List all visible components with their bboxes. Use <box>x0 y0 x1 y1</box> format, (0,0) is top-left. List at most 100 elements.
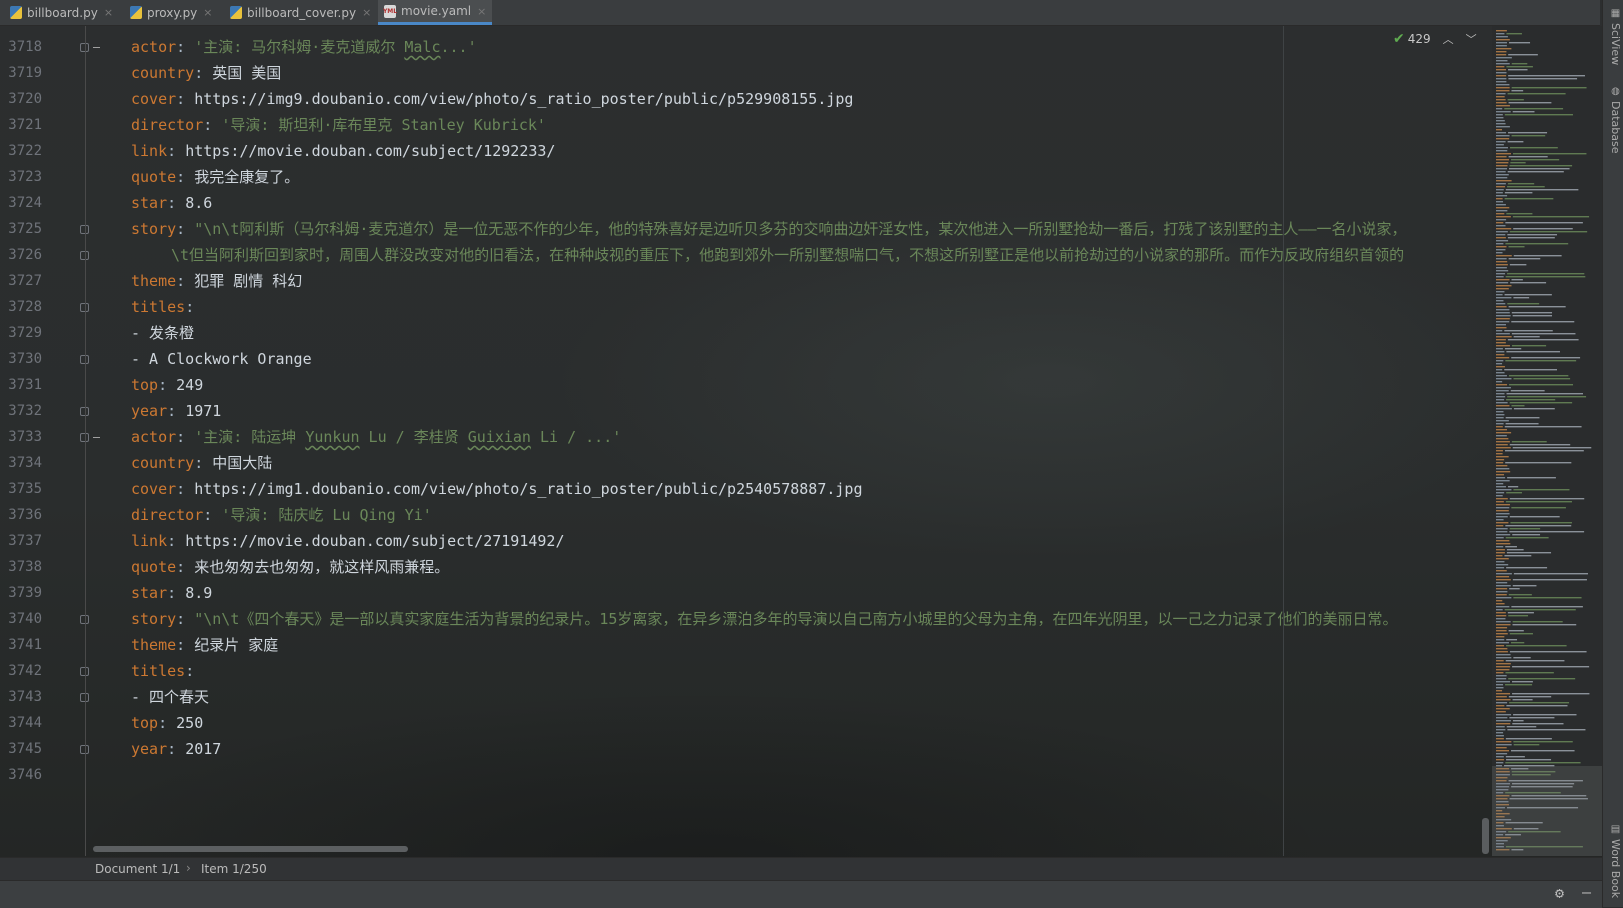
vertical-scrollbar[interactable] <box>1482 818 1489 854</box>
line-number: 3724 <box>8 195 42 211</box>
close-icon[interactable]: × <box>104 6 113 19</box>
line-number: 3722 <box>8 143 42 159</box>
code-line: \t但当阿利斯回到家时，周围人群没改变对他的旧看法，在种种歧视的重压下，他跑到郊… <box>171 246 1405 264</box>
tab-billboard-cover-py[interactable]: billboard_cover.py × <box>224 0 377 25</box>
line-number: 3738 <box>8 559 42 575</box>
line-number: 3733 <box>8 429 42 445</box>
editor-tab-bar: billboard.py × proxy.py × billboard_cove… <box>0 0 1600 26</box>
line-number: 3725 <box>8 221 42 237</box>
code-line: top: 249 <box>131 376 204 394</box>
line-number: 3744 <box>8 715 42 731</box>
code-line: director: '导演: 陆庆屹 Lu Qing Yi' <box>131 506 432 524</box>
code-line: quote: 我完全康复了。 <box>131 168 300 186</box>
check-icon: ✔ <box>1393 31 1405 47</box>
code-line: cover: https://img1.doubanio.com/view/ph… <box>131 480 863 498</box>
right-margin-guide <box>1283 26 1284 856</box>
close-icon[interactable]: × <box>477 5 486 18</box>
code-line: story: "\n\t《四个春天》是一部以真实家庭生活为背景的纪录片。15岁离… <box>131 610 1398 628</box>
right-tool-strip: ▦SciView ◍Database ▤Word Book <box>1602 0 1623 907</box>
tab-label: movie.yaml <box>401 4 472 18</box>
code-line: country: 中国大陆 <box>131 454 273 472</box>
line-number: 3745 <box>8 741 42 757</box>
code-line: star: 8.6 <box>131 194 213 212</box>
line-number: 3730 <box>8 351 42 367</box>
line-number: 3741 <box>8 637 42 653</box>
code-line: cover: https://img9.doubanio.com/view/ph… <box>131 90 854 108</box>
line-number: 3729 <box>8 325 42 341</box>
sciview-tool[interactable]: ▦SciView <box>1605 8 1622 65</box>
code-line: story: "\n\t阿利斯（马尔科姆·麦克道尔）是一位无恶不作的少年，他的特… <box>131 220 1407 238</box>
gear-icon[interactable]: ⚙ <box>1555 884 1564 902</box>
python-file-icon <box>230 6 242 19</box>
database-icon: ◍ <box>1610 86 1621 97</box>
line-number: 3740 <box>8 611 42 627</box>
code-line: star: 8.9 <box>131 584 213 602</box>
minimap-viewport[interactable] <box>1492 766 1602 856</box>
code-line: titles: <box>131 298 195 316</box>
code-line: quote: 来也匆匆去也匆匆，就这样风雨兼程。 <box>131 558 450 576</box>
line-number: 3731 <box>8 377 42 393</box>
word-book-tool[interactable]: ▤Word Book <box>1605 824 1622 898</box>
line-number: 3718 <box>8 39 42 55</box>
database-tool[interactable]: ◍Database <box>1605 86 1622 154</box>
line-number: 3734 <box>8 455 42 471</box>
chevron-right-icon: › <box>186 861 191 875</box>
status-bar: ⚙ — <box>0 880 1602 908</box>
code-line: - 发条橙 <box>131 324 195 342</box>
close-icon[interactable]: × <box>362 6 371 19</box>
code-line: country: 英国 美国 <box>131 64 282 82</box>
chevron-down-icon[interactable]: ﹀ <box>1466 31 1477 47</box>
close-icon[interactable]: × <box>203 6 212 19</box>
python-file-icon <box>130 6 142 19</box>
code-line: top: 250 <box>131 714 204 732</box>
minimize-icon[interactable]: — <box>1582 883 1591 901</box>
line-number: 3736 <box>8 507 42 523</box>
line-number: 3719 <box>8 65 42 81</box>
line-number: 3746 <box>8 767 42 783</box>
book-icon: ▤ <box>1610 824 1621 835</box>
code-line: director: '导演: 斯坦利·库布里克 Stanley Kubrick' <box>131 116 546 134</box>
line-number: 3728 <box>8 299 42 315</box>
inspection-count: 429 <box>1407 32 1431 46</box>
fold-dash <box>93 437 100 438</box>
line-number: 3720 <box>8 91 42 107</box>
code-line: - 四个春天 <box>131 688 210 706</box>
grid-icon: ▦ <box>1610 8 1621 19</box>
code-line: theme: 纪录片 家庭 <box>131 636 279 654</box>
tab-proxy-py[interactable]: proxy.py × <box>124 0 219 25</box>
line-number: 3743 <box>8 689 42 705</box>
minimap-lines <box>1496 30 1592 851</box>
tab-billboard-py[interactable]: billboard.py × <box>4 0 119 25</box>
line-number: 3739 <box>8 585 42 601</box>
line-number-gutter: 3718 3719 3720 3721 3722 3723 3724 3725 3726 3727… <box>0 26 100 856</box>
tab-label: proxy.py <box>147 5 198 20</box>
python-file-icon <box>10 6 22 19</box>
inspection-widget[interactable]: ✔ 429 ︿ ﹀ <box>1393 30 1477 48</box>
line-number: 3737 <box>8 533 42 549</box>
breadcrumb-document[interactable]: Document 1/1 <box>95 862 180 876</box>
code-line: year: 2017 <box>131 740 222 758</box>
yaml-file-icon: YML <box>383 4 397 18</box>
tab-label: billboard.py <box>27 5 98 20</box>
line-number: 3732 <box>8 403 42 419</box>
code-line: - A Clockwork Orange <box>131 350 312 368</box>
line-number: 3742 <box>8 663 42 679</box>
breadcrumb: Document 1/1 › Item 1/250 <box>0 857 1602 880</box>
line-number: 3723 <box>8 169 42 185</box>
breadcrumb-item[interactable]: Item 1/250 <box>201 862 267 876</box>
tab-label: billboard_cover.py <box>247 5 357 20</box>
gutter-divider <box>85 26 86 856</box>
code-line: theme: 犯罪 剧情 科幻 <box>131 272 303 290</box>
code-minimap[interactable] <box>1492 26 1602 856</box>
line-number: 3727 <box>8 273 42 289</box>
code-line: year: 1971 <box>131 402 222 420</box>
line-number: 3726 <box>8 247 42 263</box>
line-number: 3721 <box>8 117 42 133</box>
horizontal-scrollbar[interactable] <box>93 846 408 852</box>
line-number: 3735 <box>8 481 42 497</box>
code-line: titles: <box>131 662 195 680</box>
tab-movie-yaml[interactable]: YML movie.yaml × <box>378 0 493 25</box>
code-line: actor: '主演: 陆运坤 Yunkun Lu / 李桂贤 Guixian … <box>131 428 622 446</box>
code-line: link: https://movie.douban.com/subject/2… <box>131 532 565 550</box>
chevron-up-icon[interactable]: ︿ <box>1443 31 1454 47</box>
